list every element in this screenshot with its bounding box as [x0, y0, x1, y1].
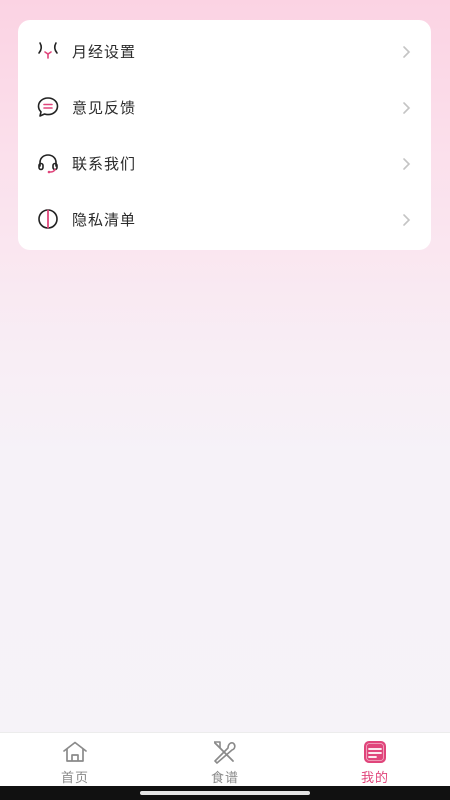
chevron-right-icon: [399, 44, 413, 58]
recipe-utensils-icon: [211, 739, 239, 765]
tab-recipes[interactable]: 食谱: [150, 733, 300, 786]
tab-label: 首页: [60, 771, 89, 786]
privacy-shield-icon: [36, 207, 60, 231]
settings-menu-card: 月经设置 意见反馈 联系我们 隐私清单: [18, 20, 431, 250]
headset-icon: [36, 151, 60, 175]
menu-item-contact-us[interactable]: 联系我们: [18, 135, 431, 191]
period-icon: [36, 39, 60, 63]
menu-item-label: 月经设置: [72, 42, 137, 61]
chevron-right-icon: [399, 156, 413, 170]
bottom-tab-bar: 首页 食谱 我的: [0, 732, 450, 786]
menu-item-label: 联系我们: [72, 154, 137, 173]
chevron-right-icon: [399, 100, 413, 114]
tab-label: 我的: [360, 771, 389, 786]
tab-profile[interactable]: 我的: [300, 733, 450, 786]
home-indicator[interactable]: [140, 791, 310, 795]
chevron-right-icon: [399, 212, 413, 226]
profile-document-icon: [361, 739, 389, 765]
tab-label: 食谱: [210, 771, 239, 786]
menu-item-privacy-list[interactable]: 隐私清单: [18, 191, 431, 247]
menu-item-label: 意见反馈: [72, 98, 137, 117]
menu-item-label: 隐私清单: [72, 210, 137, 229]
home-icon: [61, 739, 89, 765]
menu-item-feedback[interactable]: 意见反馈: [18, 79, 431, 135]
feedback-chat-icon: [36, 95, 60, 119]
tab-home[interactable]: 首页: [0, 733, 150, 786]
menu-item-period-settings[interactable]: 月经设置: [18, 23, 431, 79]
